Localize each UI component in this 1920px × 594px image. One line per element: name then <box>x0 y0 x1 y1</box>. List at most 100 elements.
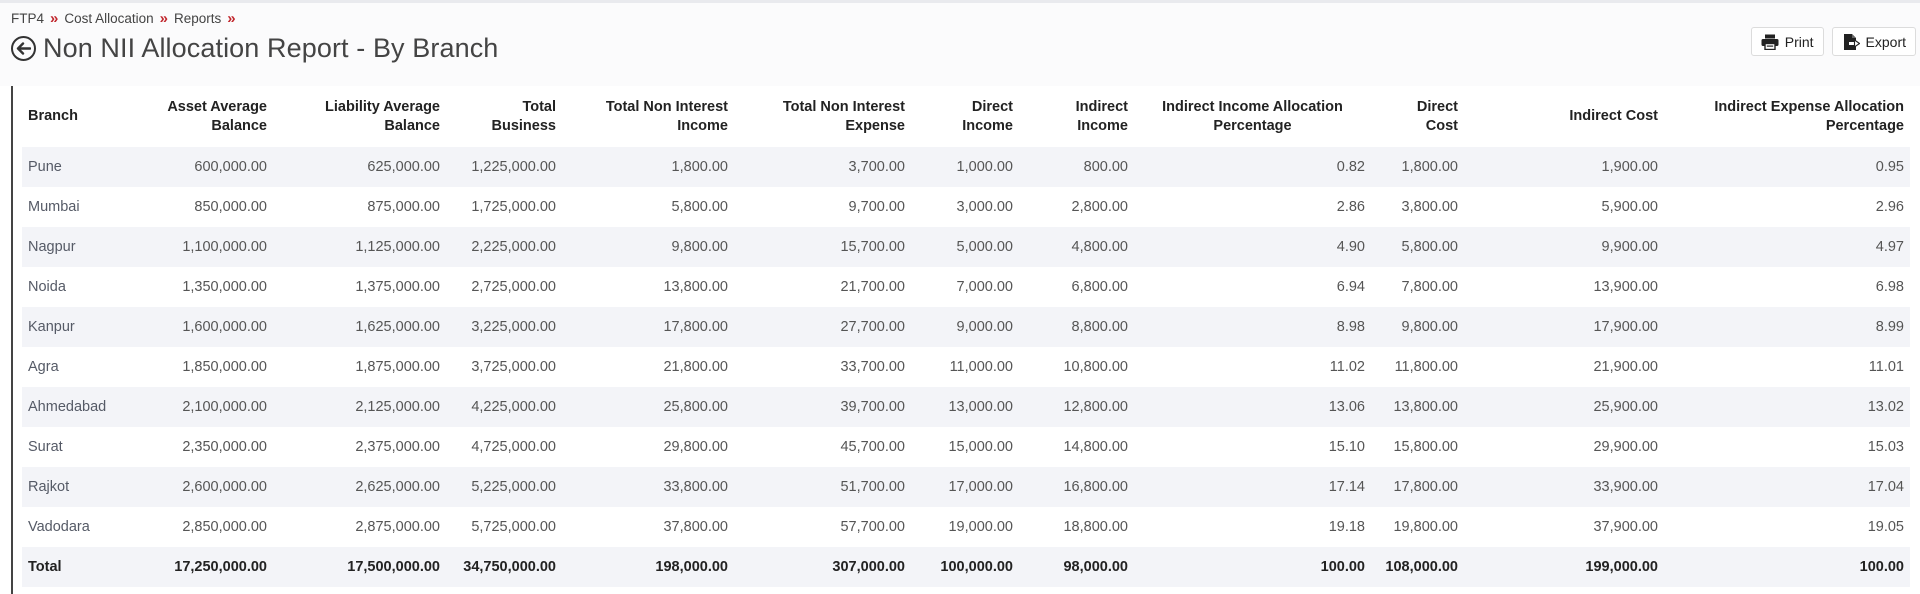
cell-branch: Noida <box>28 279 66 295</box>
table-row[interactable]: Pune 600,000.00 625,000.00 1,225,000.00 1,80… <box>22 147 1910 187</box>
cell-indirect-cost: 1,900.00 <box>1464 147 1664 187</box>
cell-indirect-cost: 21,900.00 <box>1593 359 1658 375</box>
cell-indirect-income: 18,800.00 <box>1063 519 1128 535</box>
cell-liability-average-balance: 2,625,000.00 <box>273 467 446 507</box>
cell-direct-income: 7,000.00 <box>956 279 1013 295</box>
column-header-total-non-interest-expense[interactable]: Total Non Interest Expense <box>734 86 911 147</box>
cell-indirect-income-allocation-percentage: 4.90 <box>1134 227 1371 267</box>
column-header-indirect-cost[interactable]: Indirect Cost <box>1464 86 1664 147</box>
cell-liability-average-balance: 1,625,000.00 <box>273 307 446 347</box>
cell-branch: Kanpur <box>22 307 130 347</box>
cell-total-business: 5,725,000.00 <box>471 519 556 535</box>
column-header-indirect-income-allocation-percentage[interactable]: Indirect Income Allocation Percentage <box>1134 86 1371 147</box>
column-header-branch[interactable]: Branch <box>22 86 130 147</box>
cell-liability-average-balance: 17,500,000.00 <box>273 547 446 587</box>
column-header-indirect-expense-allocation-percentage[interactable]: Indirect Expense Allocation Percentage <box>1664 86 1910 147</box>
column-header-indirect-income[interactable]: Indirect Income <box>1019 86 1134 147</box>
cell-indirect-income-allocation-percentage: 11.02 <box>1329 359 1365 375</box>
cell-indirect-income-allocation-percentage: 2.86 <box>1336 199 1365 215</box>
cell-indirect-income: 800.00 <box>1019 147 1134 187</box>
cell-indirect-cost: 25,900.00 <box>1464 387 1664 427</box>
cell-branch: Ahmedabad <box>22 387 130 427</box>
cell-indirect-expense-allocation-percentage: 100.00 <box>1664 547 1910 587</box>
cell-total-non-interest-income: 21,800.00 <box>663 359 728 375</box>
table-row[interactable]: Vadodara 2,850,000.00 2,875,000.00 5,725,00… <box>22 507 1910 547</box>
breadcrumb-item-cost-allocation[interactable]: Cost Allocation <box>64 11 153 26</box>
table-row[interactable]: Nagpur 1,100,000.00 1,125,000.00 2,225,000.… <box>22 227 1910 267</box>
cell-total-business: 3,225,000.00 <box>446 307 562 347</box>
cell-asset-average-balance: 1,850,000.00 <box>182 359 267 375</box>
cell-indirect-expense-allocation-percentage: 4.97 <box>1664 227 1910 267</box>
cell-direct-cost: 17,800.00 <box>1371 467 1464 507</box>
title-row: Non NII Allocation Report - By Branch <box>11 30 498 66</box>
cell-total-non-interest-expense: 57,700.00 <box>840 519 905 535</box>
export-button[interactable]: Export <box>1831 27 1916 56</box>
table-row[interactable]: Agra 1,850,000.00 1,875,000.00 3,725,000.00… <box>22 347 1910 387</box>
table-total-row[interactable]: Total 17,250,000.00 17,500,000.00 34,750,00… <box>22 547 1910 587</box>
cell-asset-average-balance: 850,000.00 <box>194 199 267 215</box>
table-row[interactable]: Surat 2,350,000.00 2,375,000.00 4,725,000.0… <box>22 427 1910 467</box>
cell-total-business: 1,725,000.00 <box>471 199 556 215</box>
cell-direct-cost: 9,800.00 <box>1371 307 1464 347</box>
cell-liability-average-balance: 1,875,000.00 <box>355 359 440 375</box>
cell-branch: Agra <box>28 359 59 375</box>
cell-liability-average-balance: 1,125,000.00 <box>273 227 446 267</box>
cell-direct-income: 13,000.00 <box>911 387 1019 427</box>
breadcrumb: FTP4 » Cost Allocation » Reports » <box>11 9 242 27</box>
cell-total-non-interest-expense: 51,700.00 <box>734 467 911 507</box>
cell-indirect-expense-allocation-percentage: 8.99 <box>1664 307 1910 347</box>
column-header-asset-average-balance[interactable]: Asset Average Balance <box>130 86 273 147</box>
column-header-total-non-interest-income[interactable]: Total Non Interest Income <box>562 86 734 147</box>
cell-liability-average-balance: 1,375,000.00 <box>355 279 440 295</box>
cell-indirect-expense-allocation-percentage: 13.02 <box>1664 387 1910 427</box>
cell-total-non-interest-income: 25,800.00 <box>562 387 734 427</box>
cell-liability-average-balance: 2,875,000.00 <box>355 519 440 535</box>
cell-total-non-interest-expense: 9,700.00 <box>848 199 905 215</box>
table-row[interactable]: Rajkot 2,600,000.00 2,625,000.00 5,225,000.… <box>22 467 1910 507</box>
breadcrumb-item-reports[interactable]: Reports <box>174 11 221 26</box>
cell-indirect-income-allocation-percentage: 6.94 <box>1336 279 1365 295</box>
cell-total-business: 34,750,000.00 <box>446 547 562 587</box>
cell-direct-income: 100,000.00 <box>911 547 1019 587</box>
table-row[interactable]: Ahmedabad 2,100,000.00 2,125,000.00 4,225,0… <box>22 387 1910 427</box>
column-header-direct-cost[interactable]: Direct Cost <box>1371 86 1464 147</box>
table-row[interactable]: Kanpur 1,600,000.00 1,625,000.00 3,225,000.… <box>22 307 1910 347</box>
table-row[interactable]: Mumbai 850,000.00 875,000.00 1,725,000.00 5,… <box>22 187 1910 227</box>
column-header-total-business[interactable]: Total Business <box>446 86 562 147</box>
cell-total-business: 4,725,000.00 <box>471 439 556 455</box>
cell-asset-average-balance: 1,600,000.00 <box>130 307 273 347</box>
circle-arrow-left-icon[interactable] <box>11 35 36 61</box>
cell-direct-income: 9,000.00 <box>911 307 1019 347</box>
cell-indirect-cost: 9,900.00 <box>1464 227 1664 267</box>
report-table-container: Branch Asset Average Balance Liability Av… <box>22 86 1910 587</box>
cell-indirect-income-allocation-percentage: 8.98 <box>1134 307 1371 347</box>
table-row[interactable]: Noida 1,350,000.00 1,375,000.00 2,725,000.0… <box>22 267 1910 307</box>
cell-direct-income: 19,000.00 <box>948 519 1013 535</box>
cell-liability-average-balance: 875,000.00 <box>367 199 440 215</box>
export-file-icon <box>1842 33 1860 51</box>
breadcrumb-item-ftp4[interactable]: FTP4 <box>11 11 44 26</box>
cell-asset-average-balance: 17,250,000.00 <box>130 547 273 587</box>
column-header-direct-income[interactable]: Direct Income <box>911 86 1019 147</box>
cell-direct-income: 17,000.00 <box>911 467 1019 507</box>
cell-total-non-interest-income: 17,800.00 <box>562 307 734 347</box>
print-button[interactable]: Print <box>1750 27 1824 56</box>
cell-total-non-interest-income: 13,800.00 <box>663 279 728 295</box>
column-header-liability-average-balance[interactable]: Liability Average Balance <box>273 86 446 147</box>
export-label: Export <box>1865 33 1906 50</box>
cell-total-non-interest-expense: 27,700.00 <box>734 307 911 347</box>
cell-direct-cost: 11,800.00 <box>1394 359 1458 375</box>
cell-total-non-interest-income: 198,000.00 <box>562 547 734 587</box>
cell-indirect-income: 16,800.00 <box>1019 467 1134 507</box>
cell-indirect-income-allocation-percentage: 17.14 <box>1134 467 1371 507</box>
cell-indirect-expense-allocation-percentage: 6.98 <box>1875 279 1904 295</box>
cell-indirect-income-allocation-percentage: 100.00 <box>1134 547 1371 587</box>
cell-indirect-income: 12,800.00 <box>1019 387 1134 427</box>
cell-total-business: 1,225,000.00 <box>446 147 562 187</box>
cell-indirect-expense-allocation-percentage: 19.05 <box>1867 519 1904 535</box>
cell-total-non-interest-expense: 15,700.00 <box>734 227 911 267</box>
cell-total-non-interest-expense: 3,700.00 <box>734 147 911 187</box>
cell-total-non-interest-income: 5,800.00 <box>671 199 728 215</box>
cell-branch: Vadodara <box>28 519 90 535</box>
report-table: Branch Asset Average Balance Liability Av… <box>22 86 1910 587</box>
